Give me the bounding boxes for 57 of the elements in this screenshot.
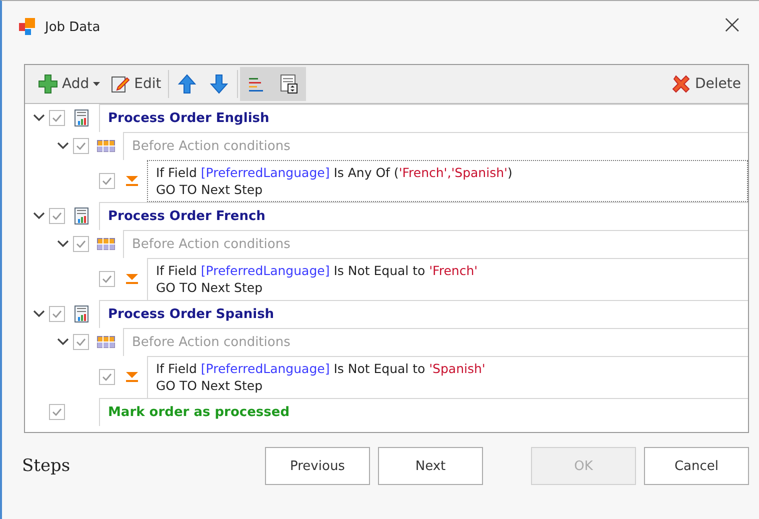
checkbox[interactable] (73, 334, 89, 350)
checkbox[interactable] (49, 404, 65, 420)
checkmark-icon (51, 211, 63, 221)
align-lines-toggle[interactable] (240, 67, 272, 101)
checkmark-icon (101, 372, 113, 382)
dialog-button[interactable]: Next (378, 447, 483, 485)
window-title: Job Data (45, 20, 100, 35)
edit-icon (110, 74, 130, 94)
colored-lines-icon (247, 75, 266, 93)
checkmark-icon (75, 239, 87, 249)
checkmark-icon (75, 141, 87, 151)
add-button[interactable]: Add (33, 67, 106, 101)
form-icon (279, 74, 300, 94)
checkmark-icon (101, 274, 113, 284)
table-icon (97, 140, 115, 152)
filter-icon (123, 371, 141, 383)
chevron-down-icon[interactable] (33, 114, 45, 122)
checkbox[interactable] (49, 110, 65, 126)
chevron-down-icon[interactable] (33, 310, 45, 318)
checkmark-icon (51, 309, 63, 319)
checkmark-icon (51, 407, 63, 417)
arrow-down-icon (210, 74, 228, 94)
form-view-toggle[interactable] (272, 67, 306, 101)
report-icon (73, 207, 91, 225)
chevron-down-icon[interactable] (57, 142, 69, 150)
plus-icon (38, 74, 58, 94)
chevron-down-icon[interactable] (33, 212, 45, 220)
chevron-down-icon[interactable] (57, 240, 69, 248)
rule-text[interactable]: If Field [PreferredLanguage] Is Not Equal to 'Spanish' GO TO Next Step (147, 356, 748, 398)
step-title[interactable]: Mark order as processed (99, 398, 748, 426)
checkbox[interactable] (49, 208, 65, 224)
edit-button[interactable]: Edit (105, 67, 166, 101)
dialog-button[interactable]: Previous (265, 447, 370, 485)
rule-text[interactable]: If Field [PreferredLanguage] Is Not Equal to 'French' GO TO Next Step (147, 258, 748, 300)
chevron-down-icon[interactable] (57, 338, 69, 346)
dialog-button[interactable]: Cancel (644, 447, 749, 485)
arrow-up-icon (178, 74, 196, 94)
table-icon (97, 336, 115, 348)
table-icon (97, 238, 115, 250)
checkbox[interactable] (99, 369, 115, 385)
checkmark-icon (101, 176, 113, 186)
checkbox[interactable] (49, 306, 65, 322)
filter-icon (123, 175, 141, 187)
checkmark-icon (51, 113, 63, 123)
delete-icon (671, 74, 691, 94)
report-icon (73, 305, 91, 323)
rule-text[interactable]: If Field [PreferredLanguage] Is Any Of ('French','Spanish') GO TO Next Step (147, 160, 748, 202)
checkbox[interactable] (73, 236, 89, 252)
checkbox[interactable] (73, 138, 89, 154)
steps-label: Steps (22, 456, 70, 476)
checkmark-icon (75, 337, 87, 347)
report-icon (73, 109, 91, 127)
filter-icon (123, 273, 141, 285)
checkbox[interactable] (99, 271, 115, 287)
checkbox[interactable] (99, 173, 115, 189)
delete-button[interactable]: Delete (666, 67, 746, 101)
close-button[interactable]: × (717, 10, 747, 40)
